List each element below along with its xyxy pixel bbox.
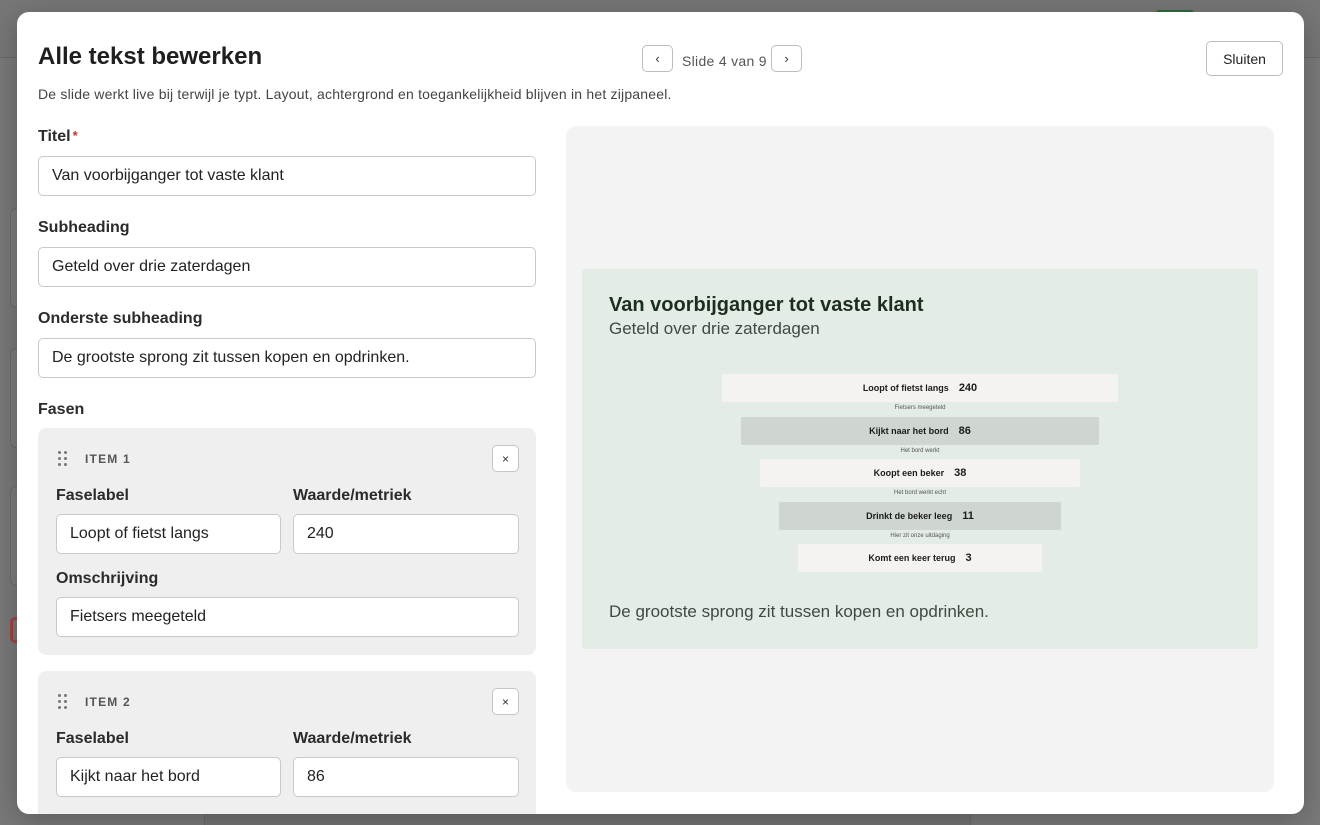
phase-item-card: ITEM 2 × Faselabel Waarde/metriek <box>38 671 536 814</box>
modal-title: Alle tekst bewerken <box>38 43 263 70</box>
phase-label-input[interactable] <box>56 514 281 554</box>
slide-footer: De grootste sprong zit tussen kopen en o… <box>609 602 989 621</box>
funnel-annotation: Het bord werkt <box>900 447 940 454</box>
remove-item-button[interactable]: × <box>492 688 519 715</box>
value-input[interactable] <box>293 757 519 797</box>
funnel-bar: Drinkt de beker leeg 11 <box>779 501 1061 530</box>
funnel-bar-value: 11 <box>962 509 974 522</box>
funnel-annotation: Het bord werkt echt <box>893 490 947 496</box>
edit-all-text-modal: Alle tekst bewerken De slide werkt live … <box>17 12 1304 814</box>
drag-handle-icon[interactable] <box>58 694 70 710</box>
slide-subtitle: Geteld over drie zaterdagen <box>609 319 820 338</box>
funnel-bar-value: 3 <box>965 552 972 564</box>
item-tag: ITEM 2 <box>85 695 131 709</box>
funnel-bar-label: Kijkt naar het bord <box>869 425 949 436</box>
value-label: Waarde/metriek <box>293 487 412 504</box>
funnel-bar-label: Koopt een beker <box>873 468 945 478</box>
funnel-bar: Komt een keer terug 3 <box>798 544 1042 572</box>
item-tag: ITEM 1 <box>85 452 131 466</box>
funnel-bar-label: Loopt of fietst langs <box>862 383 949 393</box>
description-input[interactable] <box>56 597 519 637</box>
funnel-bar-label: Drinkt de beker leeg <box>866 510 953 521</box>
required-mark: * <box>72 128 78 143</box>
remove-item-button[interactable]: × <box>492 445 519 472</box>
phase-item-card: ITEM 1 × Faselabel Waarde/metriek Omschr… <box>38 428 536 655</box>
subheading-input[interactable] <box>38 247 536 287</box>
funnel-bar: Koopt een beker 38 <box>760 459 1080 487</box>
phase-label-input[interactable] <box>56 757 281 797</box>
title-label-text: Titel <box>38 128 71 145</box>
funnel-bar-value: 86 <box>958 424 971 437</box>
modal-description: De slide werkt live bij terwijl je typt.… <box>38 86 672 102</box>
slide-counter: Slide 4 van 9 <box>682 53 767 69</box>
value-input[interactable] <box>293 514 519 554</box>
funnel-bar: Kijkt naar het bord 86 <box>741 416 1099 445</box>
subheading-label: Subheading <box>38 219 130 236</box>
previous-slide-button[interactable]: ‹ <box>642 45 673 72</box>
next-slide-button[interactable]: › <box>771 45 802 72</box>
funnel-bar-value: 38 <box>954 467 967 479</box>
phases-label: Fasen <box>38 401 85 418</box>
title-input[interactable] <box>38 156 536 196</box>
close-button[interactable]: Sluiten <box>1206 41 1283 76</box>
drag-handle-icon[interactable] <box>58 451 70 467</box>
bottom-subheading-input[interactable] <box>38 338 536 378</box>
funnel-bar-label: Komt een keer terug <box>868 553 956 563</box>
title-label: Titel * <box>38 128 78 146</box>
phase-label-label: Faselabel <box>56 730 129 747</box>
bottom-subheading-label: Onderste subheading <box>38 310 203 327</box>
description-label: Omschrijving <box>56 570 159 587</box>
slide-preview: Van voorbijganger tot vaste klant Geteld… <box>582 269 1258 649</box>
value-label: Waarde/metriek <box>293 730 412 747</box>
phase-label-label: Faselabel <box>56 487 129 504</box>
slide-preview-panel: Van voorbijganger tot vaste klant Geteld… <box>566 126 1274 792</box>
funnel-annotation: Hier zit onze uitdaging <box>890 532 950 539</box>
funnel-bar-value: 240 <box>958 382 978 394</box>
funnel-annotation: Fietsers meegeteld <box>894 405 946 411</box>
slide-title: Van voorbijganger tot vaste klant <box>609 294 924 316</box>
funnel-bar: Loopt of fietst langs 240 <box>722 374 1118 402</box>
